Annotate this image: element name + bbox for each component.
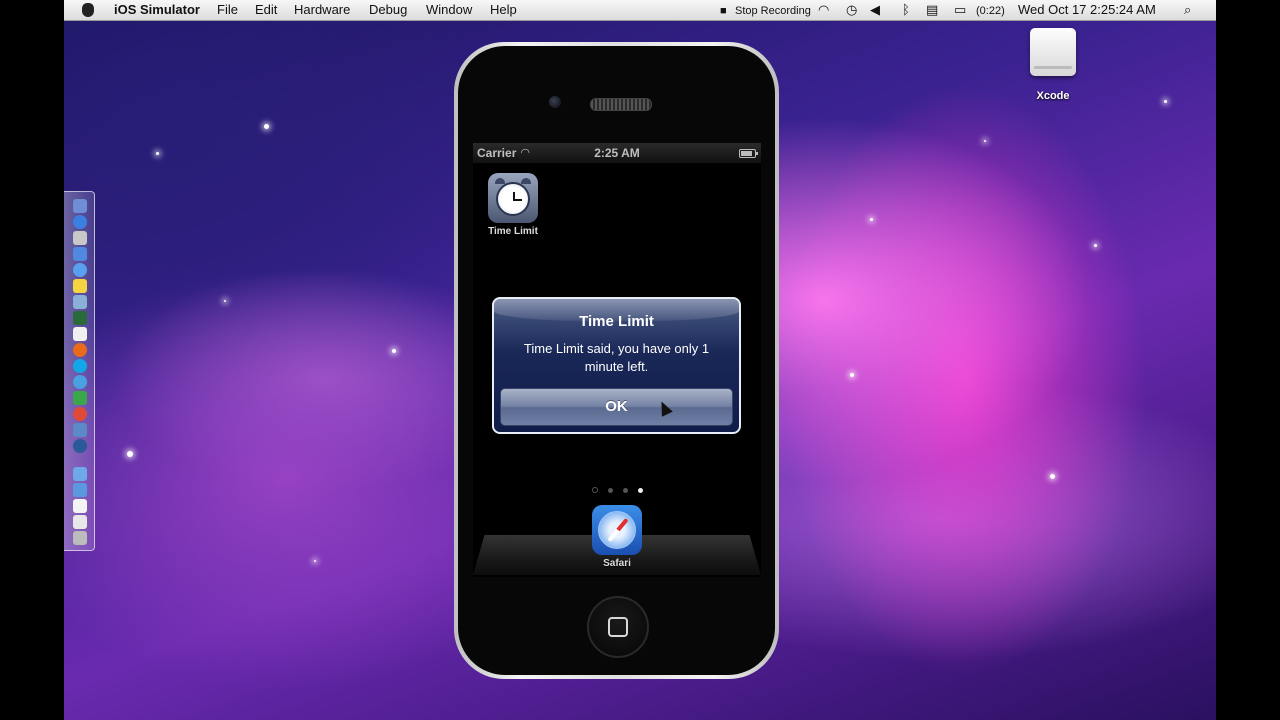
app-label: Safari: [603, 558, 631, 569]
battery-icon[interactable]: ▭: [954, 2, 966, 18]
document-icon[interactable]: [73, 499, 87, 513]
messages-icon[interactable]: [73, 263, 87, 277]
alert-dialog: Time Limit Time Limit said, you have onl…: [492, 297, 741, 434]
spotlight-icon[interactable]: ⌕: [1184, 2, 1191, 18]
letterbox-left: [0, 0, 64, 720]
ios-clock: 2:25 AM: [594, 146, 640, 160]
front-camera: [549, 96, 561, 108]
firefox-icon[interactable]: [73, 343, 87, 357]
home-button[interactable]: [587, 596, 649, 658]
folder-icon[interactable]: [73, 467, 87, 481]
xcode-drive-icon[interactable]: [1028, 26, 1078, 80]
menu-edit[interactable]: Edit: [255, 2, 277, 18]
time-machine-icon[interactable]: ◷: [846, 2, 857, 18]
compass-icon: [592, 505, 642, 555]
ios-status-bar: Carrier ◠ 2:25 AM: [473, 143, 761, 163]
trash-icon[interactable]: [73, 531, 87, 545]
app-time-limit[interactable]: Time Limit: [484, 173, 542, 237]
wifi-icon[interactable]: ◠: [818, 2, 829, 18]
stop-recording-label[interactable]: Stop Recording: [735, 3, 811, 19]
document-icon[interactable]: [73, 515, 87, 529]
globe-icon[interactable]: [73, 375, 87, 389]
chrome-icon[interactable]: [73, 407, 87, 421]
notes-icon[interactable]: [73, 279, 87, 293]
us-flag-icon[interactable]: ▤: [926, 2, 938, 18]
alert-message: Time Limit said, you have only 1 minute …: [523, 341, 710, 374]
alert-ok-button[interactable]: OK: [500, 388, 733, 426]
xcode-dock-icon[interactable]: [73, 423, 87, 437]
spotlight-page-dot[interactable]: [591, 487, 598, 493]
menu-debug[interactable]: Debug: [369, 2, 407, 18]
apple-menu-icon[interactable]: [82, 3, 94, 17]
textedit-icon[interactable]: [73, 327, 87, 341]
skype-icon[interactable]: [73, 359, 87, 373]
stop-recording-icon[interactable]: ■: [720, 3, 727, 19]
activity-monitor-icon[interactable]: [73, 311, 87, 325]
page-dot[interactable]: [622, 488, 628, 493]
finder-icon[interactable]: [73, 199, 87, 213]
network-icon[interactable]: [73, 439, 87, 453]
menu-app-name[interactable]: iOS Simulator: [114, 2, 200, 18]
menu-help[interactable]: Help: [490, 2, 517, 18]
app-label: Time Limit: [488, 226, 538, 237]
ios-battery-icon: [739, 149, 758, 158]
app-store-icon[interactable]: [73, 247, 87, 261]
preview-icon[interactable]: [73, 295, 87, 309]
app-safari[interactable]: Safari: [587, 505, 647, 569]
folder-icon[interactable]: [73, 483, 87, 497]
grid-app-icon[interactable]: [73, 391, 87, 405]
volume-icon[interactable]: ◀: [870, 2, 880, 18]
xcode-drive-label[interactable]: Xcode: [1020, 90, 1086, 102]
alert-title: Time Limit: [579, 313, 654, 330]
ios-screen: Carrier ◠ 2:25 AM Time Limit Safari Time…: [473, 143, 761, 577]
menu-file[interactable]: File: [217, 2, 238, 18]
mac-dock: [64, 191, 95, 551]
letterbox-right: [1216, 0, 1280, 720]
safari-dock-icon[interactable]: [73, 215, 87, 229]
page-dot[interactable]: [607, 488, 613, 493]
battery-time[interactable]: (0:22): [976, 3, 1005, 19]
menu-window[interactable]: Window: [426, 2, 472, 18]
menu-hardware[interactable]: Hardware: [294, 2, 350, 18]
clock-datetime[interactable]: Wed Oct 17 2:25:24 AM: [1018, 2, 1156, 18]
bluetooth-icon[interactable]: ᛒ: [902, 2, 910, 18]
alarm-clock-icon: [488, 173, 538, 223]
photo-icon[interactable]: [73, 231, 87, 245]
menu-bar: iOS Simulator File Edit Hardware Debug W…: [64, 0, 1216, 21]
earpiece-speaker: [590, 98, 652, 111]
page-dot-active[interactable]: [637, 488, 643, 493]
home-button-icon: [608, 617, 628, 637]
page-indicator[interactable]: [473, 487, 761, 493]
